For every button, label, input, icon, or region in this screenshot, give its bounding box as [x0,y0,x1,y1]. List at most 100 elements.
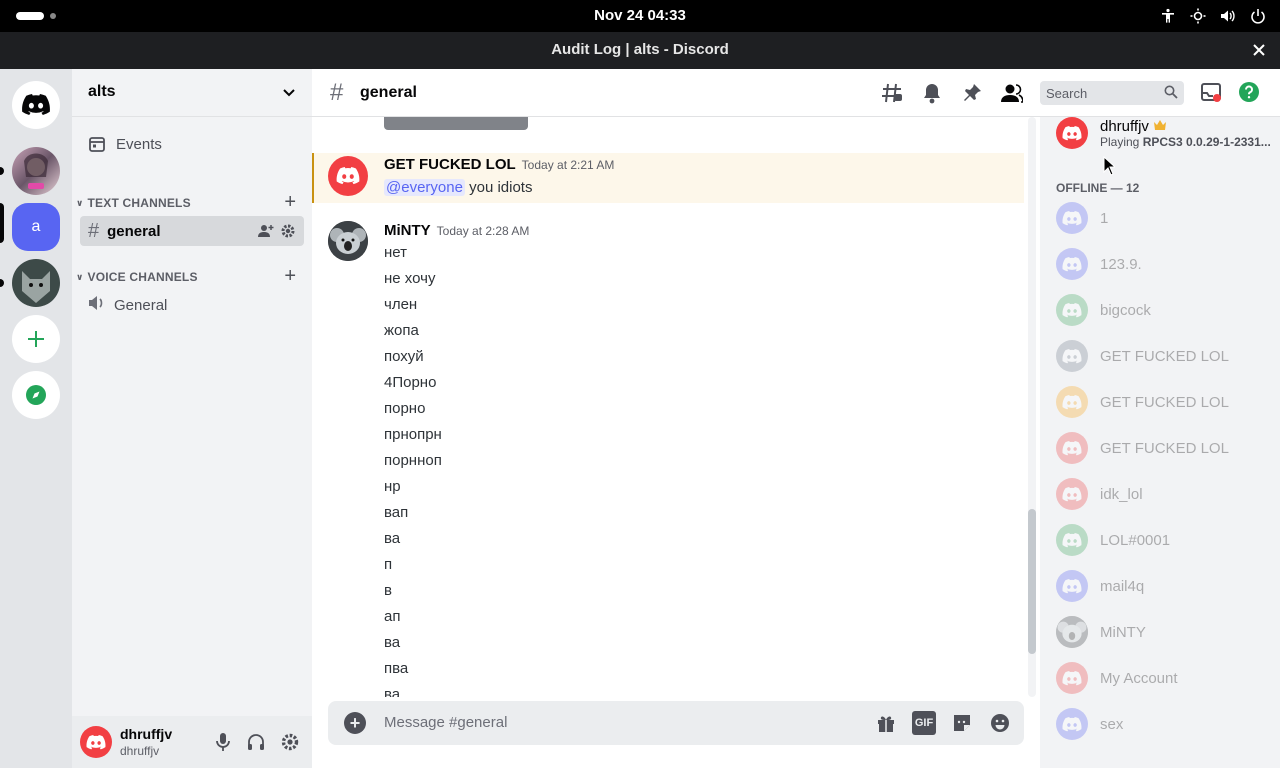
sticker-icon[interactable] [950,711,974,735]
message-line: нр [384,478,401,495]
pin-icon[interactable] [960,81,984,105]
message-line: пва [384,660,409,677]
explore-servers-button[interactable] [12,371,60,419]
header-toolbar [880,81,1024,105]
headphones-icon[interactable] [246,732,266,752]
volume-icon[interactable] [1218,6,1238,26]
discord-logo-icon [1056,478,1088,510]
member-name: sex [1100,715,1124,733]
unread-indicator [0,167,4,175]
offline-header: OFFLINE — 12 [1056,181,1140,195]
member-item[interactable]: GET FUCKED LOL [1056,426,1276,470]
help-icon[interactable] [1238,81,1260,108]
discord-logo-icon [1056,294,1088,326]
message-author[interactable]: MiNTY Today at 2:28 AM [384,222,529,239]
system-tray[interactable] [1158,6,1268,26]
message-line: жопа [384,322,419,339]
server-icon-wolf[interactable] [12,259,60,307]
avatar[interactable] [328,156,368,196]
guild-header[interactable]: alts [72,69,312,117]
create-channel-plus-icon[interactable]: + [284,191,296,214]
mouse-cursor-icon [1103,155,1117,181]
accessibility-icon[interactable] [1158,6,1178,26]
close-icon[interactable] [1250,41,1268,59]
member-item[interactable]: mail4q [1056,564,1276,608]
member-item[interactable]: sex [1056,702,1276,746]
system-topbar: Nov 24 04:33 [0,0,1280,32]
gif-label: GIF [912,711,936,735]
message-composer[interactable]: + Message #general GIF [328,701,1024,745]
bell-icon[interactable] [920,81,944,105]
brightness-icon[interactable] [1188,6,1208,26]
channel-item-voice-general[interactable]: General [80,290,304,320]
message-line: 4Порно [384,374,437,391]
message-content: @everyone you idiots [384,179,532,196]
member-item[interactable]: 1 [1056,196,1276,240]
author-name[interactable]: MiNTY [384,222,431,239]
member-item[interactable]: GET FUCKED LOL [1056,380,1276,424]
crown-icon [1154,119,1167,130]
author-name[interactable]: GET FUCKED LOL [384,156,516,173]
embed-preview[interactable] [384,117,528,130]
server-icon-anime[interactable] [12,147,60,195]
chevron-down-icon[interactable] [282,85,296,104]
system-clock[interactable]: Nov 24 04:33 [0,7,1280,24]
upload-plus-icon[interactable]: + [344,712,366,734]
wolf-avatar-icon [22,271,50,303]
channel-sidebar: alts Events ∨ TEXT CHANNELS + # general … [72,69,312,768]
category-voice-channels[interactable]: ∨ VOICE CHANNELS [76,270,198,284]
composer-tools: GIF [874,711,1012,735]
chat-area: # general Search GET FUCKED LOL Today at… [312,69,1280,768]
avatar[interactable] [328,221,368,261]
inbox-icon[interactable] [1200,81,1222,108]
gear-icon[interactable] [280,223,296,239]
member-item[interactable]: idk_lol [1056,472,1276,516]
unread-indicator [0,279,4,287]
member-item[interactable]: LOL#0001 [1056,518,1276,562]
gift-icon[interactable] [874,711,898,735]
chat-header: # general Search [312,69,1280,117]
microphone-icon[interactable] [214,732,232,752]
compass-icon [26,385,46,405]
user-name[interactable]: dhruffjv [120,726,172,742]
member-item[interactable]: bigcock [1056,288,1276,332]
events-item[interactable]: Events [88,135,162,153]
emoji-icon[interactable] [988,711,1012,735]
mention-everyone[interactable]: @everyone [384,179,465,196]
member-item[interactable]: My Account [1056,656,1276,700]
speaker-icon [88,295,106,316]
threads-icon[interactable] [880,81,904,105]
gif-button[interactable]: GIF [912,711,936,735]
member-name: GET FUCKED LOL [1100,347,1229,365]
avatar[interactable] [80,726,112,758]
add-server-button[interactable] [12,315,60,363]
server-icon-alts[interactable]: a [12,203,60,251]
gear-icon[interactable] [280,732,300,752]
message-list[interactable]: GET FUCKED LOL Today at 2:21 AM @everyone… [312,117,1028,697]
search-input[interactable]: Search [1040,81,1184,105]
member-name: GET FUCKED LOL [1100,393,1229,411]
member-list-icon[interactable] [1000,81,1024,105]
message-input[interactable]: Message #general [384,714,507,731]
invite-icon[interactable] [258,223,274,239]
member-name: idk_lol [1100,485,1143,503]
member-name: GET FUCKED LOL [1100,439,1229,457]
discord-home-button[interactable] [12,81,60,129]
channel-label: general [107,222,161,240]
message-line: вап [384,504,409,521]
message-line: ап [384,608,401,625]
power-icon[interactable] [1248,6,1268,26]
events-label: Events [116,135,162,153]
create-channel-plus-icon[interactable]: + [284,265,296,288]
message-author[interactable]: GET FUCKED LOL Today at 2:21 AM [384,156,614,173]
member-name: LOL#0001 [1100,531,1171,549]
member-name: bigcock [1100,301,1151,319]
category-text-channels[interactable]: ∨ TEXT CHANNELS [76,196,191,210]
channel-item-general[interactable]: # general [80,216,304,246]
member-item[interactable]: 123.9. [1056,242,1276,286]
guild-name: alts [88,83,116,100]
member-item[interactable]: GET FUCKED LOL [1056,334,1276,378]
member-item[interactable]: MiNTY [1056,610,1276,654]
scrollbar-thumb[interactable] [1028,509,1036,654]
member-item-online[interactable]: dhruffjv Playing RPCS3 0.0.29-1-2331... [1056,117,1276,155]
